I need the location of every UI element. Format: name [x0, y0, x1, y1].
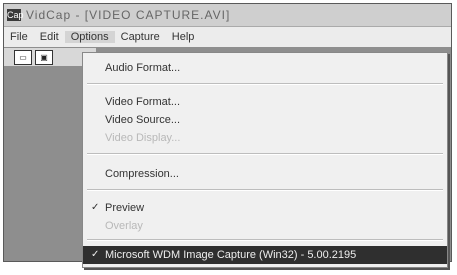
menu-edit[interactable]: Edit	[34, 31, 65, 43]
options-menu-dropdown: Audio Format... Video Format... Video So…	[82, 52, 448, 268]
menu-bar: File Edit Options Capture Help	[4, 27, 451, 47]
menu-help[interactable]: Help	[166, 31, 201, 43]
menu-separator	[87, 239, 443, 241]
menu-item-capture-device[interactable]: ✓ Microsoft WDM Image Capture (Win32) - …	[83, 246, 447, 264]
menu-separator	[87, 189, 443, 191]
menu-item-label: Video Display...	[105, 132, 181, 144]
menu-item-video-display: Video Display...	[83, 129, 447, 147]
checkmark-icon: ✓	[91, 249, 100, 260]
title-bar[interactable]: Cap VidCap - [VIDEO CAPTURE.AVI]	[4, 4, 451, 27]
menu-item-label: Video Source...	[105, 114, 181, 126]
app-icon: Cap	[7, 9, 24, 21]
checkmark-icon: ✓	[91, 202, 100, 213]
toolbar-button-1[interactable]: ▭	[14, 49, 32, 65]
menu-item-compression[interactable]: Compression...	[83, 165, 447, 183]
menu-item-label: Overlay	[105, 220, 143, 232]
menu-item-video-source[interactable]: Video Source...	[83, 111, 447, 129]
menu-file[interactable]: File	[4, 31, 34, 43]
menu-capture[interactable]: Capture	[115, 31, 166, 43]
menu-item-label: Audio Format...	[105, 62, 181, 74]
toolbar-button-2[interactable]: ▣	[35, 49, 53, 65]
menu-item-label: Video Format...	[105, 96, 180, 108]
menu-item-audio-format[interactable]: Audio Format...	[83, 59, 447, 77]
window-title: VidCap - [VIDEO CAPTURE.AVI]	[26, 8, 231, 22]
menu-item-label: Microsoft WDM Image Capture (Win32) - 5.…	[105, 249, 357, 261]
menu-separator	[87, 83, 443, 85]
menu-options[interactable]: Options	[64, 31, 115, 43]
menu-item-label: Preview	[105, 202, 145, 214]
menu-item-overlay: Overlay	[83, 217, 447, 235]
menu-item-video-format[interactable]: Video Format...	[83, 93, 447, 111]
menu-item-preview[interactable]: ✓ Preview	[83, 199, 447, 217]
menu-item-label: Compression...	[105, 168, 179, 180]
menu-separator	[87, 153, 443, 155]
